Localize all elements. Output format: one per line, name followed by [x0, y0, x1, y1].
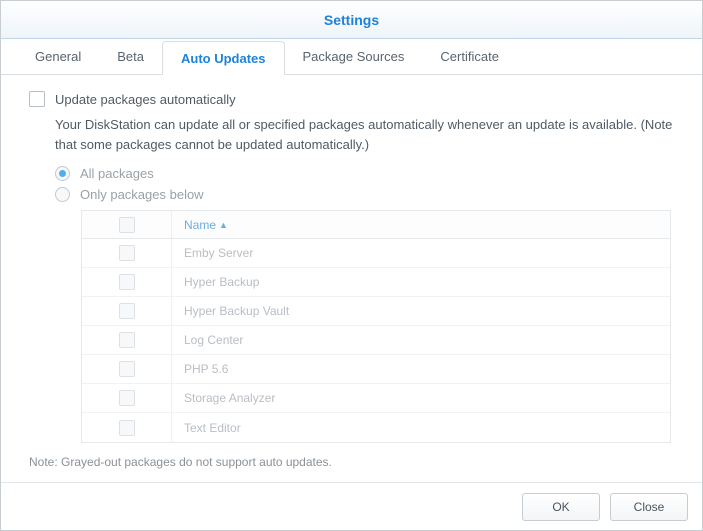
settings-window: Settings GeneralBetaAuto UpdatesPackage … — [0, 0, 703, 531]
table-row: Storage Analyzer — [82, 384, 670, 413]
row-name: Storage Analyzer — [172, 391, 670, 405]
row-checkbox-cell — [82, 384, 172, 412]
description-text: Your DiskStation can update all or speci… — [55, 115, 674, 154]
row-checkbox[interactable] — [119, 361, 135, 377]
table-row: Log Center — [82, 326, 670, 355]
note-text: Note: Grayed-out packages do not support… — [29, 455, 674, 469]
radio-only-label: Only packages below — [80, 187, 204, 202]
tab-package-sources[interactable]: Package Sources — [285, 40, 423, 74]
radio-all-label: All packages — [80, 166, 154, 181]
tab-bar: GeneralBetaAuto UpdatesPackage SourcesCe… — [1, 39, 702, 75]
titlebar: Settings — [1, 1, 702, 39]
row-name: Log Center — [172, 333, 670, 347]
row-checkbox[interactable] — [119, 390, 135, 406]
row-checkbox-cell — [82, 268, 172, 296]
table-header: Name ▲ — [82, 211, 670, 239]
tab-beta[interactable]: Beta — [99, 40, 162, 74]
table-body: Emby Server Hyper Backup Hyper Backup Vaul… — [82, 239, 670, 442]
close-button[interactable]: Close — [610, 493, 688, 521]
table-row: Emby Server — [82, 239, 670, 268]
packages-table: Name ▲ Emby Server Hyper Backup Hyper Back… — [81, 210, 671, 443]
row-checkbox[interactable] — [119, 245, 135, 261]
row-checkbox-cell — [82, 413, 172, 442]
row-checkbox-cell — [82, 297, 172, 325]
row-checkbox[interactable] — [119, 303, 135, 319]
row-checkbox[interactable] — [119, 420, 135, 436]
tab-general[interactable]: General — [17, 40, 99, 74]
header-name[interactable]: Name ▲ — [172, 218, 670, 232]
table-row: Hyper Backup Vault — [82, 297, 670, 326]
row-name: Hyper Backup — [172, 275, 670, 289]
content-area: Update packages automatically Your DiskS… — [1, 75, 702, 482]
row-name: Hyper Backup Vault — [172, 304, 670, 318]
row-checkbox-cell — [82, 239, 172, 267]
sort-asc-icon: ▲ — [219, 220, 228, 230]
row-name: Emby Server — [172, 246, 670, 260]
row-name: Text Editor — [172, 421, 670, 435]
radio-all-row[interactable]: All packages — [55, 166, 674, 181]
radio-only[interactable] — [55, 187, 70, 202]
master-checkbox-row: Update packages automatically — [29, 91, 674, 107]
window-title: Settings — [324, 12, 379, 28]
ok-button[interactable]: OK — [522, 493, 600, 521]
tab-auto-updates[interactable]: Auto Updates — [162, 41, 285, 75]
table-row: PHP 5.6 — [82, 355, 670, 384]
row-checkbox-cell — [82, 326, 172, 354]
update-auto-label: Update packages automatically — [55, 92, 236, 107]
tab-certificate[interactable]: Certificate — [422, 40, 517, 74]
header-name-label: Name — [184, 218, 216, 232]
row-name: PHP 5.6 — [172, 362, 670, 376]
header-checkbox-cell — [82, 211, 172, 238]
row-checkbox-cell — [82, 355, 172, 383]
radio-all[interactable] — [55, 166, 70, 181]
footer: OK Close — [1, 482, 702, 530]
table-row: Text Editor — [82, 413, 670, 442]
row-checkbox[interactable] — [119, 274, 135, 290]
radio-only-row[interactable]: Only packages below — [55, 187, 674, 202]
table-row: Hyper Backup — [82, 268, 670, 297]
row-checkbox[interactable] — [119, 332, 135, 348]
update-auto-checkbox[interactable] — [29, 91, 45, 107]
select-all-checkbox[interactable] — [119, 217, 135, 233]
